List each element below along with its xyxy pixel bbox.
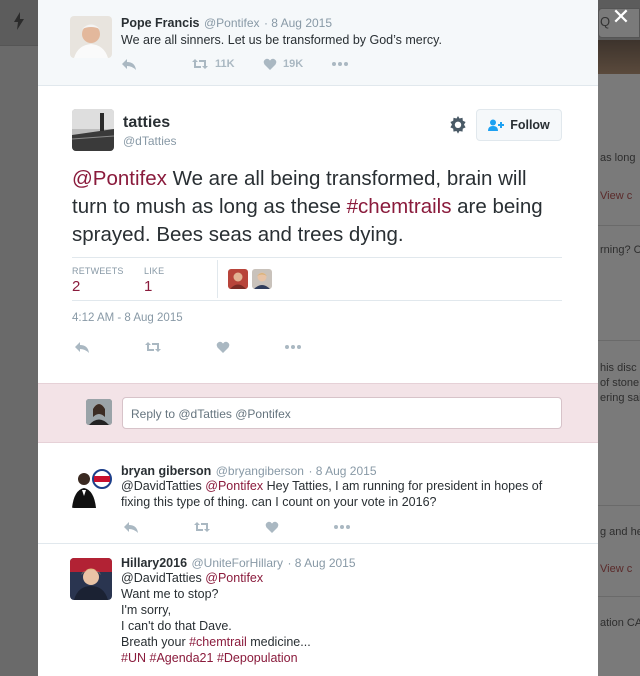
reply-icon[interactable] <box>121 57 137 71</box>
tweet-actions <box>74 339 374 355</box>
more-icon[interactable] <box>333 524 351 530</box>
author-name[interactable]: Hillary2016 <box>121 556 187 570</box>
background-side-panel <box>598 74 640 676</box>
tweet-actions <box>123 519 423 535</box>
tweet-line: Want me to stop? <box>121 587 219 601</box>
tweet-line: @DavidTatties @Pontifex <box>121 570 571 586</box>
reply-tweet[interactable]: Hillary2016 @UniteForHillary · 8 Aug 201… <box>38 545 598 676</box>
reply-tweet[interactable]: bryan giberson @bryangiberson · 8 Aug 20… <box>38 453 598 544</box>
background-text: rning? C <box>600 244 640 256</box>
tweet-text-segment: Breath your <box>121 635 190 649</box>
avatar <box>86 399 112 425</box>
author-handle[interactable]: @bryangiberson <box>216 464 304 478</box>
follow-button[interactable]: Follow <box>476 109 562 141</box>
avatar[interactable] <box>70 16 112 58</box>
mention-link[interactable]: @DavidTatties <box>121 479 202 493</box>
tweet-line: Breath your #chemtrail medicine... <box>121 634 571 650</box>
background-divider <box>598 505 640 506</box>
background-text: of stone <box>600 377 640 389</box>
tweet-text-segment: medicine... <box>246 635 311 649</box>
author-handle[interactable]: @Pontifex <box>204 16 260 30</box>
avatar[interactable] <box>72 109 114 151</box>
retweet-button[interactable]: 11K <box>191 57 235 71</box>
mention-link[interactable]: @Pontifex <box>205 571 263 585</box>
tweet-actions: 11K 19K <box>121 56 421 72</box>
tweet-modal: Pope Francis @Pontifex · 8 Aug 2015 We a… <box>38 0 598 676</box>
hashtag-link[interactable]: #Depopulation <box>217 651 298 665</box>
background-text: his disc <box>600 362 637 374</box>
tweet-date[interactable]: · 8 Aug 2015 <box>264 16 332 30</box>
liker-avatar[interactable] <box>228 269 248 289</box>
background-text: ering sai <box>600 392 640 404</box>
author-name[interactable]: tatties <box>123 114 170 132</box>
follow-label: Follow <box>510 118 550 132</box>
close-icon[interactable]: ✕ <box>610 6 632 28</box>
hashtag-link[interactable]: #UN <box>121 651 146 665</box>
reply-composer: Reply to @dTatties @Pontifex <box>38 383 598 443</box>
parent-tweet[interactable]: Pope Francis @Pontifex · 8 Aug 2015 We a… <box>38 0 598 86</box>
like-button[interactable]: 19K <box>263 58 303 71</box>
avatar[interactable] <box>70 558 112 600</box>
retweet-count: 11K <box>215 58 235 70</box>
liker-avatar[interactable] <box>252 269 272 289</box>
retweet-icon[interactable] <box>144 340 162 354</box>
background-link: View c <box>600 563 633 575</box>
background-link: View c <box>600 190 633 202</box>
author-name[interactable]: Pope Francis <box>121 16 200 30</box>
tweet-line: I'm sorry, <box>121 603 172 617</box>
reply-input[interactable]: Reply to @dTatties @Pontifex <box>122 397 562 429</box>
background-divider <box>598 225 640 226</box>
gear-icon[interactable] <box>448 115 468 135</box>
background-text: g and he <box>600 526 640 538</box>
hashtag-link[interactable]: #chemtrails <box>347 195 452 218</box>
retweet-icon[interactable] <box>193 520 211 534</box>
background-divider <box>598 340 640 341</box>
author-name[interactable]: bryan giberson <box>121 464 211 478</box>
retweet-icon <box>192 59 208 69</box>
retweets-label[interactable]: RETWEETS <box>72 266 124 276</box>
tweet-text: @DavidTatties @Pontifex Hey Tatties, I a… <box>121 478 571 510</box>
more-icon[interactable] <box>331 61 349 67</box>
mention-link[interactable]: @DavidTatties <box>121 571 202 585</box>
like-count: 19K <box>283 58 304 70</box>
tweet-text: @DavidTatties @Pontifex Want me to stop?… <box>121 570 571 666</box>
lightning-icon <box>14 12 24 35</box>
avatar[interactable] <box>70 466 112 508</box>
background-divider <box>598 596 640 597</box>
heart-icon[interactable] <box>216 341 230 354</box>
tweet-line: #UN #Agenda21 #Depopulation <box>121 650 571 666</box>
author-handle[interactable]: @UniteForHillary <box>191 556 283 570</box>
main-tweet: tatties @dTatties Follow @Pontifex We ar… <box>38 87 598 383</box>
heart-icon[interactable] <box>265 521 279 534</box>
tweet-timestamp[interactable]: 4:12 AM - 8 Aug 2015 <box>72 312 183 324</box>
more-icon[interactable] <box>284 344 302 350</box>
background-photo <box>598 40 640 74</box>
reply-icon[interactable] <box>74 340 90 354</box>
add-user-icon <box>488 119 505 131</box>
tweet-text: @Pontifex We are all being transformed, … <box>72 165 552 249</box>
stats-divider <box>217 260 218 298</box>
reply-icon[interactable] <box>123 520 139 534</box>
tweet-date[interactable]: · 8 Aug 2015 <box>287 556 355 570</box>
likes-count[interactable]: 1 <box>144 278 152 295</box>
retweets-count[interactable]: 2 <box>72 278 80 295</box>
mention-link[interactable]: @Pontifex <box>72 167 167 190</box>
tweet-text: We are all sinners. Let us be transforme… <box>121 33 442 47</box>
tweet-date[interactable]: · 8 Aug 2015 <box>308 464 376 478</box>
author-handle[interactable]: @dTatties <box>123 134 177 148</box>
tweet-line: I can't do that Dave. <box>121 619 232 633</box>
mention-link[interactable]: @Pontifex <box>205 479 263 493</box>
likes-label[interactable]: LIKE <box>144 266 164 276</box>
background-text: as long <box>600 152 636 164</box>
heart-icon <box>263 58 277 70</box>
hashtag-link[interactable]: #chemtrail <box>189 635 247 649</box>
hashtag-link[interactable]: #Agenda21 <box>150 651 214 665</box>
background-text: ation CA <box>600 617 640 629</box>
tweet-stats: RETWEETS 2 LIKE 1 <box>72 257 562 301</box>
search-icon: Q <box>600 14 611 29</box>
